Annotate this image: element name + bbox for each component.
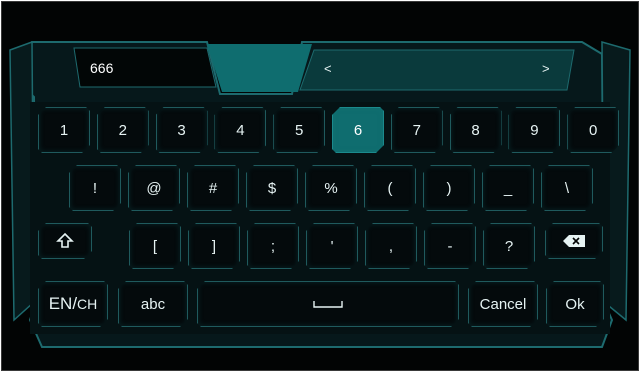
key[interactable]: 9 [508, 107, 560, 153]
key[interactable]: 5 [273, 107, 325, 153]
key[interactable]: - [424, 223, 476, 269]
cancel-label: Cancel [479, 295, 527, 313]
key-label: 0 [589, 121, 598, 139]
next-candidates-arrow[interactable]: > [542, 61, 550, 76]
input-text[interactable]: 666 [90, 60, 113, 76]
key-label: \ [564, 179, 570, 197]
key-label: 7 [412, 121, 421, 139]
key[interactable]: 8 [450, 107, 502, 153]
key-label: 2 [118, 121, 127, 139]
ok-key[interactable]: Ok [546, 281, 604, 327]
backspace-icon [563, 235, 585, 247]
key[interactable]: 6 [332, 107, 384, 153]
key[interactable]: ] [188, 223, 240, 269]
key[interactable]: [ [129, 223, 181, 269]
keyboard-screen: 666 < > 1 2 3 4 5 6 7 8 9 0 ! @ # $% () _ \ []; ', -? EN/… [1, 1, 639, 371]
prev-candidates-arrow[interactable]: < [324, 61, 332, 76]
key[interactable]: 0 [567, 107, 619, 153]
key[interactable]: ( [364, 165, 416, 211]
key-label: ) [446, 179, 452, 197]
language-ch-label: CH [77, 296, 98, 312]
space-key[interactable] [197, 281, 459, 327]
shift-icon [56, 232, 74, 250]
key-label: - [447, 237, 453, 255]
key[interactable]: ' [306, 223, 358, 269]
language-toggle-key[interactable]: EN/CH [38, 281, 108, 327]
cancel-key[interactable]: Cancel [468, 281, 538, 327]
key[interactable]: % [305, 165, 357, 211]
key[interactable]: , [365, 223, 417, 269]
space-icon [313, 300, 343, 308]
key-label: ] [211, 237, 217, 255]
abc-label: abc [140, 295, 166, 313]
key-label: ? [504, 237, 514, 255]
key-label: # [208, 179, 218, 197]
key[interactable]: # [187, 165, 239, 211]
key[interactable]: 7 [391, 107, 443, 153]
key[interactable]: \ [541, 165, 593, 211]
language-en-label: EN/ [48, 294, 78, 313]
key[interactable]: 3 [156, 107, 208, 153]
key-label: ! [92, 179, 98, 197]
key-label: 6 [353, 121, 363, 139]
key-label: 1 [59, 121, 69, 139]
key-label: @ [146, 179, 162, 197]
key-label: ( [387, 179, 393, 197]
key-label: 9 [530, 121, 539, 139]
key-label: 8 [471, 121, 480, 139]
key-label: 4 [236, 121, 245, 139]
key[interactable]: ! [69, 165, 121, 211]
key-label: [ [152, 237, 158, 255]
ok-label: Ok [565, 295, 585, 313]
key-label: 5 [295, 121, 304, 139]
key-label: , [388, 237, 394, 255]
key[interactable]: 4 [214, 107, 266, 153]
shift-key[interactable] [38, 223, 92, 259]
key-label: 3 [177, 121, 186, 139]
key[interactable]: 1 [38, 107, 90, 153]
key[interactable]: ) [423, 165, 475, 211]
key-label: ' [330, 237, 334, 255]
key[interactable]: 2 [97, 107, 149, 153]
key[interactable]: @ [128, 165, 180, 211]
key[interactable]: _ [482, 165, 534, 211]
key[interactable]: $ [246, 165, 298, 211]
key-label: $ [267, 179, 277, 197]
key-label: _ [503, 179, 513, 197]
abc-key[interactable]: abc [118, 281, 188, 327]
backspace-key[interactable] [545, 223, 603, 259]
key-label: % [324, 179, 338, 197]
key[interactable]: ; [247, 223, 299, 269]
key[interactable]: ? [483, 223, 535, 269]
key-label: ; [270, 237, 276, 255]
